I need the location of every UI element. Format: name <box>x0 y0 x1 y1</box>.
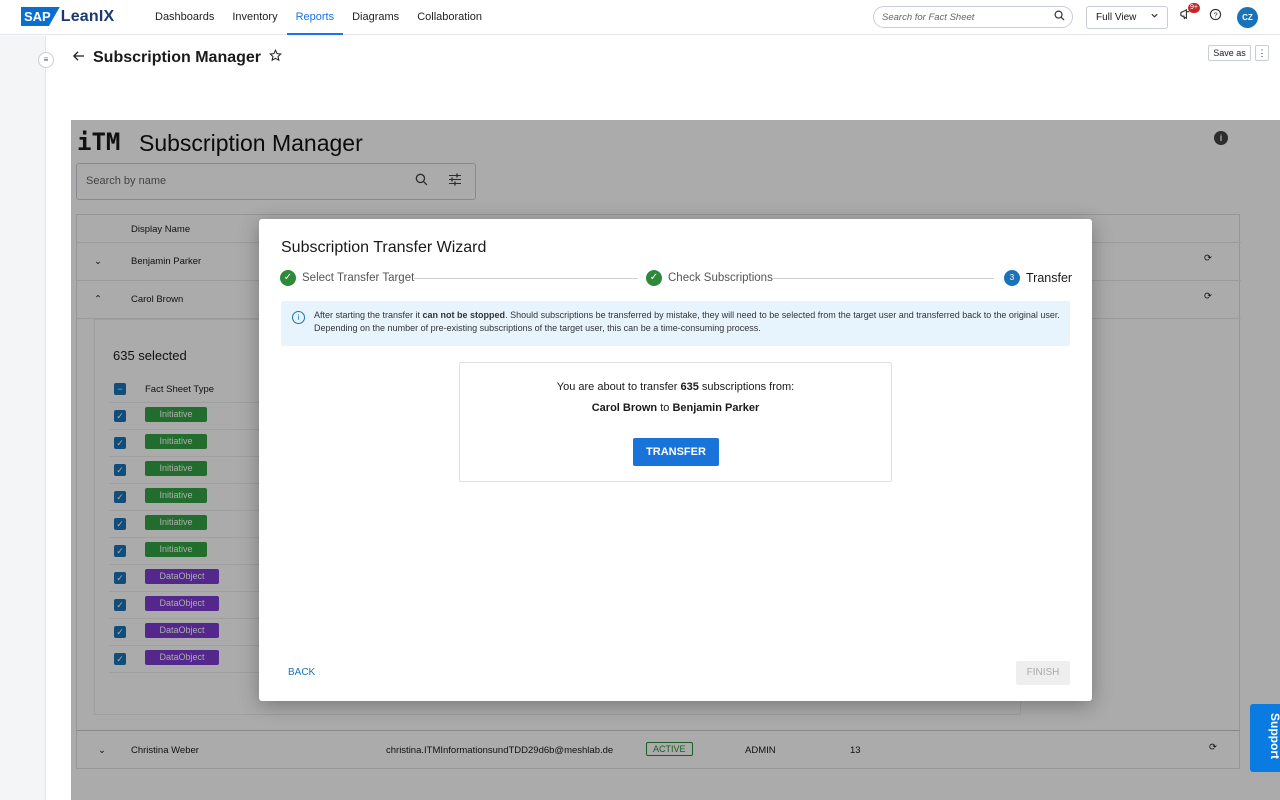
nav-reports[interactable]: Reports <box>286 0 344 35</box>
check-icon: ✓ <box>646 270 662 286</box>
step-connector <box>772 278 994 279</box>
back-button[interactable]: BACK <box>288 667 315 678</box>
left-sidebar <box>0 36 46 800</box>
search-icon <box>1054 10 1065 24</box>
help-icon[interactable]: ? <box>1209 8 1222 24</box>
info-text-pre: After starting the transfer it <box>314 310 423 320</box>
step-select-target: ✓ Select Transfer Target <box>280 270 414 286</box>
summary-pre: You are about to transfer <box>556 381 681 393</box>
info-text-bold: can not be stopped <box>422 310 506 320</box>
nav-diagrams[interactable]: Diagrams <box>343 0 408 35</box>
support-label: Support <box>1268 713 1280 759</box>
step-transfer: 3 Transfer <box>1004 270 1072 286</box>
save-as-button[interactable]: Save as <box>1208 45 1251 61</box>
transfer-summary-card: You are about to transfer 635 subscripti… <box>459 362 892 482</box>
step-label: Select Transfer Target <box>302 272 415 284</box>
view-select-value: Full View <box>1096 12 1137 23</box>
main-nav: Dashboards Inventory Reports Diagrams Co… <box>146 0 491 35</box>
leanix-wordmark: LeanIX <box>60 7 115 25</box>
finish-button[interactable]: FINISH <box>1016 661 1070 685</box>
support-tab[interactable]: Support <box>1250 704 1280 772</box>
to-user: Benjamin Parker <box>672 402 760 414</box>
step-number: 3 <box>1004 270 1020 286</box>
nav-dashboards[interactable]: Dashboards <box>146 0 223 35</box>
leanix-logo[interactable]: SAP LeanIX <box>21 7 114 26</box>
nav-inventory[interactable]: Inventory <box>223 0 286 35</box>
nav-collaboration[interactable]: Collaboration <box>408 0 491 35</box>
back-arrow-icon[interactable] <box>72 49 85 67</box>
step-check-subscriptions: ✓ Check Subscriptions <box>646 270 773 286</box>
summary-line-2: Carol Brown to Benjamin Parker <box>460 402 891 414</box>
step-connector <box>414 278 638 279</box>
chevron-down-icon <box>1150 11 1159 22</box>
to-word: to <box>657 402 673 414</box>
page-title: Subscription Manager <box>93 49 262 66</box>
more-options-button[interactable]: ⋮ <box>1255 45 1269 61</box>
filter-toggle-icon[interactable]: ≡ <box>38 52 54 68</box>
user-avatar[interactable]: CZ <box>1237 7 1258 28</box>
info-icon: i <box>292 311 305 324</box>
step-label: Transfer <box>1026 271 1073 285</box>
warning-message: i After starting the transfer it can not… <box>281 301 1070 346</box>
notification-badge: 9+ <box>1188 3 1200 13</box>
transfer-wizard-dialog: Subscription Transfer Wizard ✓ Select Tr… <box>259 219 1092 701</box>
sap-logo: SAP <box>21 7 60 26</box>
wizard-title: Subscription Transfer Wizard <box>281 239 487 256</box>
summary-post: subscriptions from: <box>698 381 795 393</box>
page-header: Subscription Manager <box>72 48 283 67</box>
star-icon[interactable] <box>269 48 283 67</box>
summary-line-1: You are about to transfer 635 subscripti… <box>460 381 891 393</box>
top-bar: SAP LeanIX Dashboards Inventory Reports … <box>0 0 1280 35</box>
from-user: Carol Brown <box>591 402 658 414</box>
step-label: Check Subscriptions <box>668 272 773 284</box>
view-select[interactable]: Full View <box>1086 6 1168 29</box>
svg-text:?: ? <box>1213 10 1217 19</box>
summary-count: 635 <box>680 381 699 393</box>
check-icon: ✓ <box>280 270 296 286</box>
fact-sheet-search-input[interactable]: Search for Fact Sheet <box>873 6 1073 28</box>
search-placeholder: Search for Fact Sheet <box>882 12 975 23</box>
wizard-stepper: ✓ Select Transfer Target ✓ Check Subscri… <box>280 270 1072 288</box>
transfer-button[interactable]: TRANSFER <box>633 438 719 466</box>
